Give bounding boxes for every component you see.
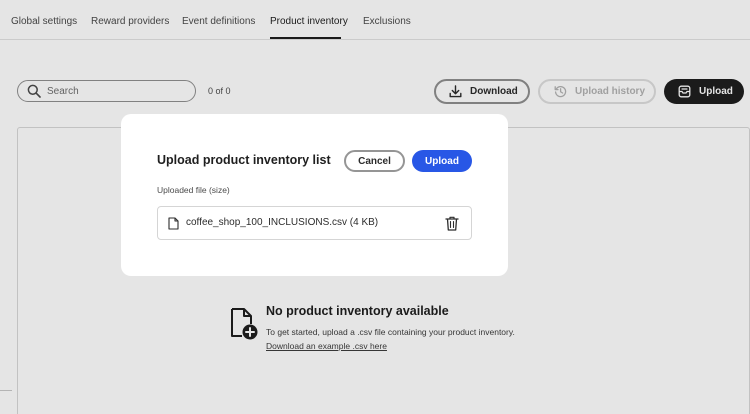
- trash-icon[interactable]: [445, 216, 459, 231]
- dialog-title: Upload product inventory list: [157, 153, 331, 167]
- uploaded-file-name: coffee_shop_100_INCLUSIONS.csv (4 KB): [186, 217, 379, 228]
- uploaded-file-label: Uploaded file (size): [157, 185, 230, 195]
- upload-dialog: Upload product inventory list Cancel Upl…: [121, 114, 508, 276]
- file-icon: [168, 217, 179, 230]
- dialog-upload-button[interactable]: Upload: [412, 150, 472, 172]
- uploaded-file-row: coffee_shop_100_INCLUSIONS.csv (4 KB): [157, 206, 472, 240]
- cancel-button[interactable]: Cancel: [344, 150, 405, 172]
